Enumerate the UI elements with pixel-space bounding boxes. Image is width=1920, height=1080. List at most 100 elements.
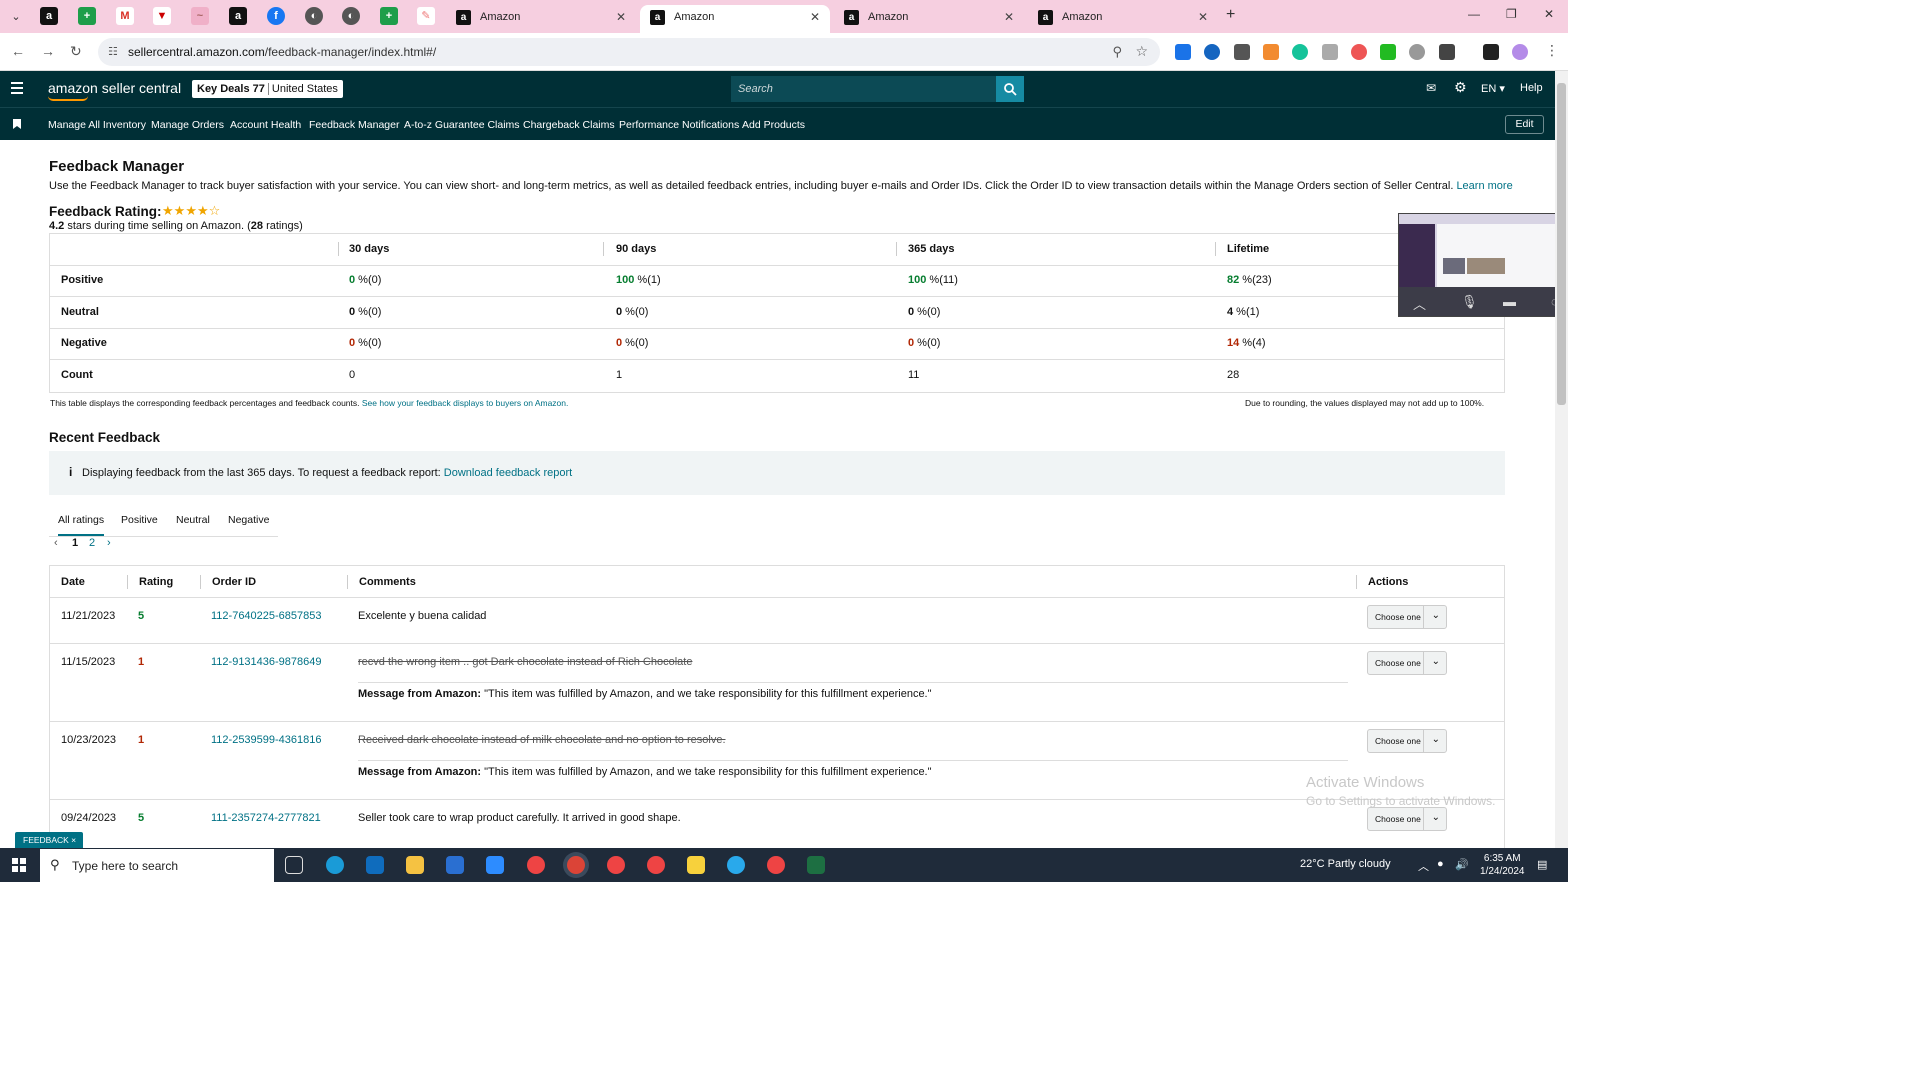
- extension-1-icon[interactable]: [1175, 44, 1191, 60]
- tab-close-icon[interactable]: ✕: [1198, 5, 1208, 29]
- chrome-3-icon[interactable]: [647, 856, 665, 874]
- taskbar-clock[interactable]: 6:35 AM 1/24/2024: [1480, 852, 1525, 878]
- restore-icon[interactable]: ❐: [1506, 7, 1517, 21]
- pinned-tab-sheets-icon[interactable]: +: [78, 7, 96, 25]
- order-id-link[interactable]: 112-2539599-4361816: [211, 734, 322, 746]
- pinned-tab-facebook-icon[interactable]: f: [267, 7, 285, 25]
- store-selector[interactable]: Key Deals 77 United States: [192, 80, 343, 98]
- nav-manage-orders[interactable]: Manage Orders: [151, 119, 224, 131]
- extension-2-icon[interactable]: [1204, 44, 1220, 60]
- extensions-puzzle-icon[interactable]: [1439, 44, 1455, 60]
- site-info-icon[interactable]: ☷: [108, 45, 118, 58]
- profile-avatar[interactable]: [1512, 44, 1528, 60]
- scrollbar-thumb[interactable]: [1557, 83, 1566, 405]
- extension-8-icon[interactable]: [1380, 44, 1396, 60]
- actions-dropdown[interactable]: Choose one ⌄: [1367, 807, 1447, 831]
- actions-dropdown[interactable]: Choose one ⌄: [1367, 651, 1447, 675]
- chevron-up-icon[interactable]: ︿: [1413, 294, 1426, 313]
- tray-chevron-icon[interactable]: ︿: [1418, 858, 1429, 874]
- nav-performance-notifications[interactable]: Performance Notifications: [619, 119, 739, 131]
- tab-amazon-4[interactable]: a Amazon ✕: [1028, 5, 1218, 33]
- microphone-icon[interactable]: ●: [1437, 858, 1444, 870]
- tab-close-icon[interactable]: ✕: [1004, 5, 1014, 29]
- feedback-display-link[interactable]: See how your feedback displays to buyers…: [362, 398, 568, 408]
- pinned-tab-pink-icon[interactable]: ~: [191, 7, 209, 25]
- tab-close-icon[interactable]: ✕: [616, 5, 626, 29]
- tab-search-icon[interactable]: ⌄: [8, 9, 24, 25]
- learn-more-link[interactable]: Learn more: [1456, 180, 1512, 192]
- forward-icon[interactable]: →: [41, 43, 55, 59]
- reload-icon[interactable]: ↻: [70, 43, 82, 60]
- volume-icon[interactable]: 🔊: [1455, 858, 1469, 871]
- hamburger-menu-icon[interactable]: [11, 82, 23, 97]
- nav-manage-all-inventory[interactable]: Manage All Inventory: [48, 119, 146, 131]
- tab-amazon-2[interactable]: a Amazon ✕: [640, 5, 830, 33]
- url-field[interactable]: ☷ sellercentral.amazon.com/feedback-mana…: [98, 38, 1160, 66]
- mic-muted-icon[interactable]: 🎙: [1461, 294, 1478, 310]
- nav-chargeback-claims[interactable]: Chargeback Claims: [523, 119, 615, 131]
- order-id-link[interactable]: 111-2357274-2777821: [211, 812, 321, 824]
- bookmark-star-icon[interactable]: ☆: [1135, 43, 1148, 60]
- pinned-tab-amazon2-icon[interactable]: a: [229, 7, 247, 25]
- order-id-link[interactable]: 112-7640225-6857853: [211, 610, 322, 622]
- screen-share-preview[interactable]: ︿ 🎙 ▬ ◌: [1398, 213, 1568, 317]
- pager-prev-icon[interactable]: ‹: [54, 537, 58, 549]
- pinned-tab-globe-icon[interactable]: ◐: [305, 7, 323, 25]
- pinned-tab-globe2-icon[interactable]: ◐: [342, 7, 360, 25]
- extension-3-icon[interactable]: [1234, 44, 1250, 60]
- notifications-icon[interactable]: ▤: [1537, 858, 1547, 871]
- extension-4-icon[interactable]: [1263, 44, 1279, 60]
- chrome-icon[interactable]: [527, 856, 545, 874]
- sticky-notes-icon[interactable]: [687, 856, 705, 874]
- close-window-icon[interactable]: ✕: [1544, 7, 1554, 21]
- mail-app-icon[interactable]: [366, 856, 384, 874]
- chrome-2-icon[interactable]: [607, 856, 625, 874]
- back-icon[interactable]: ←: [11, 43, 25, 59]
- search-input[interactable]: Search: [731, 76, 997, 102]
- excel-icon[interactable]: [807, 856, 825, 874]
- extension-9-icon[interactable]: [1409, 44, 1425, 60]
- tab-close-icon[interactable]: ✕: [810, 5, 820, 29]
- browser-menu-icon[interactable]: ⋮: [1545, 42, 1559, 59]
- zoom-icon[interactable]: ⚲: [1112, 44, 1122, 60]
- edit-nav-button[interactable]: Edit: [1505, 115, 1544, 134]
- search-button[interactable]: [996, 76, 1024, 102]
- language-selector[interactable]: EN ▾: [1481, 82, 1505, 95]
- edge-icon[interactable]: [326, 856, 344, 874]
- nav-feedback-manager[interactable]: Feedback Manager: [309, 119, 399, 131]
- pager-next-icon[interactable]: ›: [107, 537, 111, 549]
- new-tab-icon[interactable]: +: [1226, 6, 1235, 24]
- amazon-seller-central-logo[interactable]: amazon seller central: [48, 80, 181, 101]
- bookmark-icon[interactable]: [13, 119, 21, 129]
- file-explorer-icon[interactable]: [406, 856, 424, 874]
- grammarly-icon[interactable]: [1292, 44, 1308, 60]
- windows-start-icon[interactable]: [12, 858, 26, 872]
- nav-a-to-z-claims[interactable]: A-to-z Guarantee Claims: [404, 119, 520, 131]
- pinned-tab-gmail-icon[interactable]: M: [116, 7, 134, 25]
- pinned-tab-pencil-icon[interactable]: ✎: [417, 7, 435, 25]
- pinned-tab-sheets2-icon[interactable]: +: [380, 7, 398, 25]
- order-id-link[interactable]: 112-9131436-9878649: [211, 656, 322, 668]
- tab-positive[interactable]: Positive: [121, 514, 158, 526]
- help-link[interactable]: Help: [1520, 82, 1543, 94]
- task-view-icon[interactable]: [285, 856, 303, 874]
- extension-7-icon[interactable]: [1351, 44, 1367, 60]
- tab-all-ratings[interactable]: All ratings: [58, 514, 105, 536]
- telegram-icon[interactable]: [727, 856, 745, 874]
- nav-add-products[interactable]: Add Products: [742, 119, 805, 131]
- taskbar-search-input[interactable]: ⚲ Type here to search: [40, 849, 274, 882]
- pinned-tab-amazon-icon[interactable]: a: [40, 7, 58, 25]
- store-icon[interactable]: [446, 856, 464, 874]
- pinned-tab-red-icon[interactable]: ▼: [153, 7, 171, 25]
- weather-widget[interactable]: 22°C Partly cloudy: [1300, 858, 1391, 870]
- camera-icon[interactable]: ▬: [1503, 294, 1516, 309]
- zoom-app-icon[interactable]: [486, 856, 504, 874]
- tab-amazon-3[interactable]: a Amazon ✕: [834, 5, 1024, 33]
- side-panel-icon[interactable]: [1483, 44, 1499, 60]
- chrome-active-icon[interactable]: [567, 856, 585, 874]
- actions-dropdown[interactable]: Choose one ⌄: [1367, 729, 1447, 753]
- nav-account-health[interactable]: Account Health: [230, 119, 301, 131]
- tab-neutral[interactable]: Neutral: [176, 514, 210, 526]
- extension-6-icon[interactable]: [1322, 44, 1338, 60]
- pager-page-1[interactable]: 1: [72, 537, 78, 549]
